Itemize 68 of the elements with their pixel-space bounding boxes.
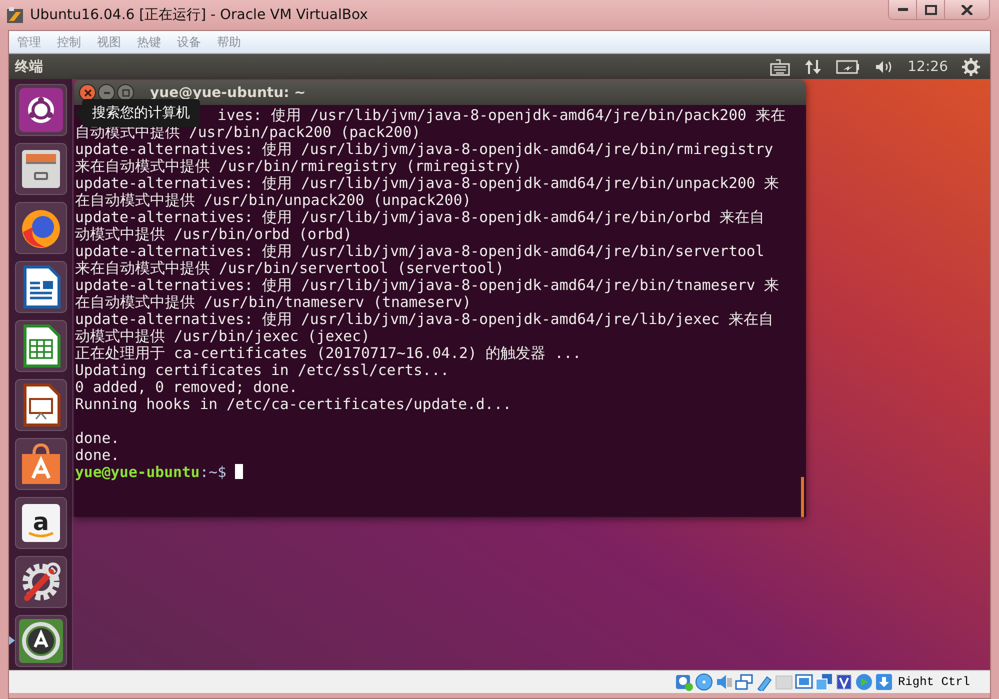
terminal-title: yue@yue-ubuntu: ~ — [150, 84, 306, 100]
terminal-output-line: 来在自动模式中提供 /usr/bin/servertool (servertool) — [75, 260, 504, 277]
calc-launcher-button[interactable] — [14, 320, 66, 372]
text-cursor — [235, 464, 244, 479]
terminal-output-line: update-alternatives: 使用 /usr/lib/jvm/java-8-openjdk-amd64/jre/bin/unpack200 来 — [75, 175, 780, 192]
optical-disc-icon[interactable] — [694, 673, 713, 691]
network-screens-icon[interactable] — [734, 673, 753, 691]
menu-item[interactable]: 视图 — [97, 34, 121, 50]
terminal-output-line: 动模式中提供 /usr/bin/orbd (orbd) — [75, 226, 352, 243]
writer-launcher-button[interactable] — [14, 261, 66, 313]
files-launcher-button[interactable] — [14, 143, 66, 195]
menu-item[interactable]: 控制 — [57, 34, 81, 50]
gear-icon[interactable] — [962, 58, 980, 76]
browser-launcher-button[interactable] — [14, 202, 66, 254]
close-button[interactable] — [79, 84, 96, 101]
network-arrows-icon[interactable] — [804, 58, 822, 76]
scrollbar-indicator — [801, 477, 804, 517]
close-icon — [84, 88, 92, 96]
terminal-output-line: 在自动模式中提供 /usr/bin/unpack200 (unpack200) — [75, 192, 472, 209]
virtualbox-logo-icon — [6, 6, 24, 24]
app-name: 终端 — [15, 58, 44, 76]
terminal-output-line: 来在自动模式中提供 /usr/bin/rmiregistry (rmiregistry) — [75, 158, 522, 175]
terminal-output-line: update-alternatives: 使用 /usr/lib/jvm/java-8-openjdk-amd64/jre/bin/rmiregistry — [75, 141, 774, 158]
maximize-button[interactable] — [917, 0, 945, 19]
tooltip-pointer-icon — [75, 106, 82, 120]
monitor-icon[interactable] — [794, 673, 813, 691]
prompt-path: :~$ — [200, 464, 226, 481]
close-button[interactable] — [945, 0, 989, 19]
launcher-search-button[interactable] — [14, 84, 66, 136]
software-launcher-button[interactable] — [14, 438, 66, 490]
settings-launcher-button[interactable] — [14, 556, 66, 608]
menu-item[interactable]: 热键 — [137, 34, 161, 50]
terminal-output-line: update-alternatives: 使用 /usr/lib/jvm/java-8-openjdk-amd64/jre/bin/tnameserv 来 — [75, 277, 780, 294]
terminal-output-line: 正在处理用于 ca-certificates (20170717~16.04.2) 的触发器 ... — [75, 345, 582, 362]
minimize-button[interactable] — [889, 0, 917, 19]
overlapping-windows-icon[interactable] — [814, 673, 833, 691]
maximize-icon — [122, 88, 130, 96]
close-icon — [961, 4, 973, 14]
terminal-output-line: update-alternatives: 使用 /usr/lib/jvm/java-8-openjdk-amd64/jre/bin/servertool — [75, 243, 764, 260]
speaker-icon[interactable] — [714, 673, 733, 691]
impress-launcher-button[interactable] — [14, 379, 66, 431]
menu-item[interactable]: 帮助 — [217, 34, 241, 50]
terminal-output-line: Updating certificates in /etc/ssl/certs... — [75, 362, 450, 379]
terminal-output-line: update-alternatives: 使用 /usr/lib/jvm/java-8-openjdk-amd64/jre/lib/jexec 来在自 — [75, 311, 774, 328]
terminal-output-line: 0 added, 0 removed; done. — [75, 379, 298, 396]
host-key-label: Right Ctrl — [898, 675, 970, 689]
battery-icon[interactable] — [836, 60, 860, 74]
terminal-output-line: 动模式中提供 /usr/bin/jexec (jexec) — [75, 328, 370, 345]
terminal-output-line: ives: 使用 /usr/lib/jvm/java-8-openjdk-amd64/jre/bin/pack200 来在 — [218, 107, 786, 124]
terminal-output-line: update-alternatives: 使用 /usr/lib/jvm/java-8-openjdk-amd64/jre/bin/orbd 来在自 — [75, 209, 765, 226]
minimize-icon — [898, 8, 908, 11]
menu-item[interactable]: 管理 — [17, 34, 41, 50]
terminal-output-line: 在自动模式中提供 /usr/bin/tnameserv (tnameserv) — [75, 294, 472, 311]
keyboard-icon[interactable] — [770, 58, 790, 76]
prompt-user-host: yue@yue-ubuntu — [75, 464, 200, 481]
terminal-output-line: done. — [75, 430, 120, 447]
maximize-icon — [924, 4, 936, 14]
chip-icon[interactable] — [834, 673, 853, 691]
menu-item[interactable]: 设备 — [177, 34, 201, 50]
amazon-launcher-button[interactable]: a — [14, 497, 66, 549]
window-title: Ubuntu16.04.6 [正在运行] - Oracle VM VirtualBox — [30, 6, 368, 24]
logo-letter: a — [32, 508, 49, 536]
minimize-icon — [104, 92, 110, 94]
updater-launcher-button[interactable] — [14, 615, 66, 667]
terminal-output-line: done. — [75, 447, 120, 464]
terminal-output-line: Running hooks in /etc/ca-certificates/update.d... — [75, 396, 512, 413]
dash-icon — [16, 86, 64, 134]
clock[interactable]: 12:26 — [908, 58, 948, 74]
